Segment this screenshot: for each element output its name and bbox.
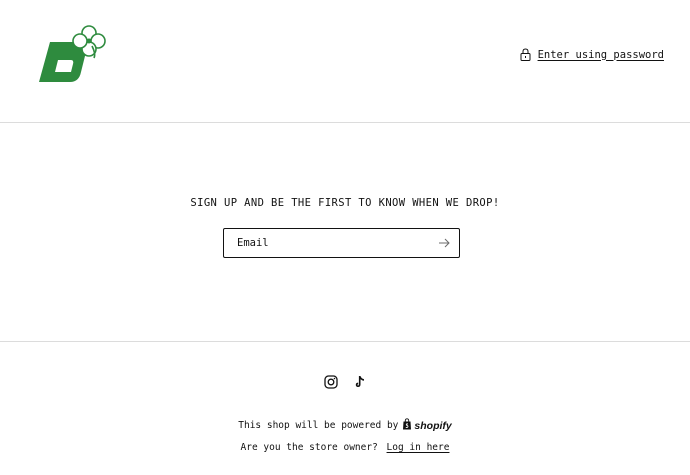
owner-question: Are you the store owner? <box>240 442 378 453</box>
header: Enter using password <box>0 0 690 123</box>
subscribe-button[interactable] <box>435 234 453 252</box>
signup-heading: SIGN UP AND BE THE FIRST TO KNOW WHEN WE… <box>190 197 500 209</box>
powered-by-line: This shop will be powered by shopify <box>0 418 690 433</box>
arrow-right-icon <box>435 238 453 255</box>
newsletter-section: SIGN UP AND BE THE FIRST TO KNOW WHEN WE… <box>0 123 690 342</box>
enter-password-label: Enter using password <box>537 48 664 61</box>
email-form <box>223 228 460 258</box>
email-input[interactable] <box>224 229 442 257</box>
shopify-link[interactable]: shopify <box>402 418 452 433</box>
social-links <box>0 375 690 389</box>
clover-logo-icon[interactable] <box>36 24 108 86</box>
shopify-bag-icon <box>402 418 412 433</box>
store-owner-line: Are you the store owner? Log in here <box>0 442 690 453</box>
enter-password-link[interactable]: Enter using password <box>520 48 664 61</box>
lock-icon <box>520 48 531 61</box>
footer: This shop will be powered by shopify Are… <box>0 342 690 475</box>
shopify-label: shopify <box>414 419 452 432</box>
tiktok-icon[interactable] <box>353 375 367 389</box>
powered-by-text: This shop will be powered by <box>238 420 399 431</box>
password-page: Enter using password SIGN UP AND BE THE … <box>0 0 690 475</box>
instagram-icon[interactable] <box>323 375 338 389</box>
login-link[interactable]: Log in here <box>387 442 450 453</box>
